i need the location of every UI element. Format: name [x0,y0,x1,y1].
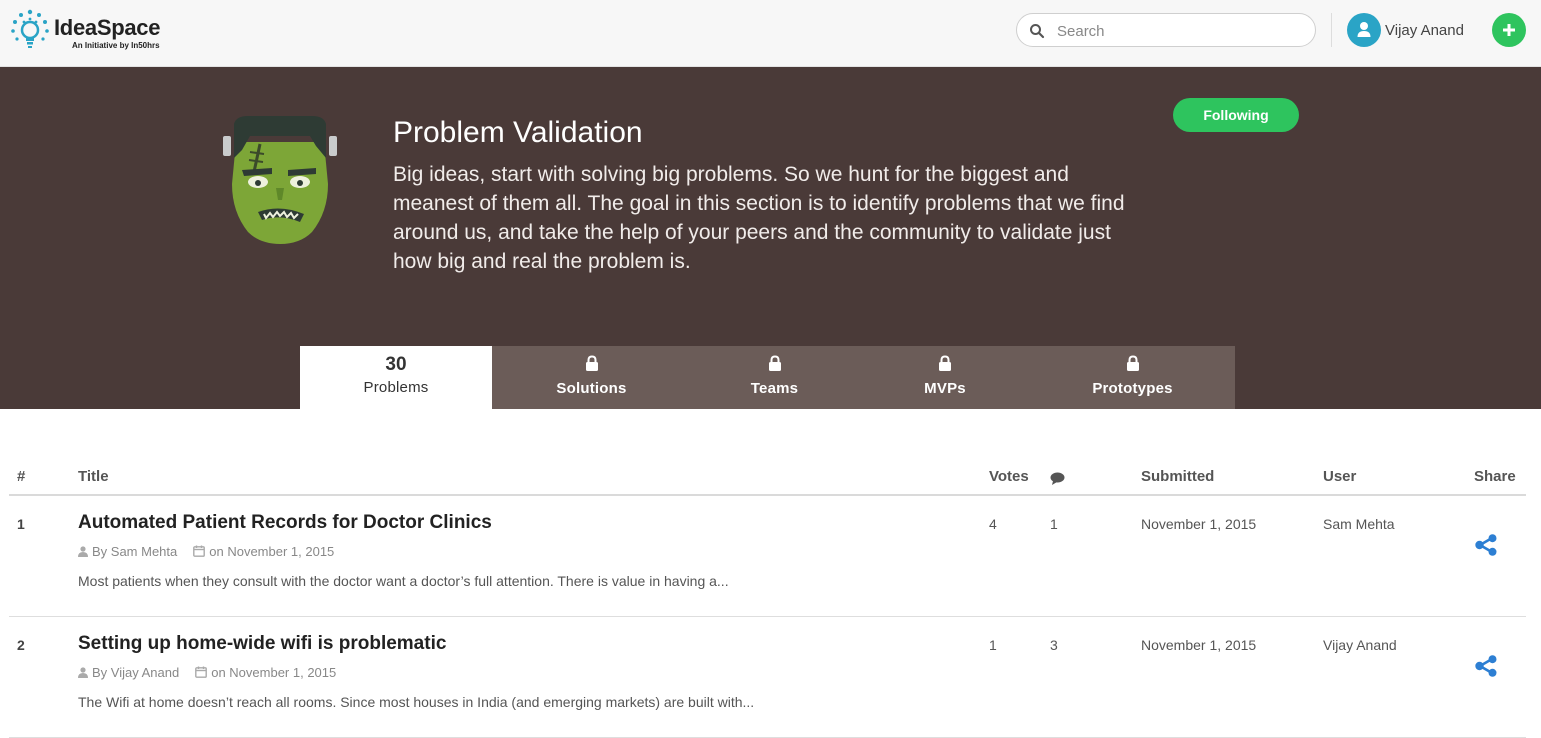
tab-label: Problems [363,379,429,396]
share-icon[interactable] [1474,655,1498,677]
author-text[interactable]: By Vijay Anand [92,665,179,680]
user-icon [1357,22,1371,37]
problem-title-link[interactable]: Automated Patient Records for Doctor Cli… [78,512,492,534]
lock-icon [768,355,781,371]
problem-title-link[interactable]: Setting up home-wide wifi is problematic [78,633,446,655]
col-title[interactable]: Title [78,468,109,485]
calendar-icon [193,545,206,557]
row-user[interactable]: Vijay Anand [1323,637,1397,653]
following-button[interactable]: Following [1173,98,1299,132]
col-submitted[interactable]: Submitted [1141,468,1214,485]
row-number: 2 [17,637,25,653]
search-icon [1030,24,1045,39]
problems-count: 30 [385,354,407,375]
votes-count: 1 [989,637,997,653]
user-name[interactable]: Vijay Anand [1385,22,1464,39]
author-text[interactable]: By Sam Mehta [92,544,177,559]
search-box[interactable] [1016,13,1316,47]
comments-count: 3 [1050,637,1058,653]
lock-icon [1126,355,1139,371]
section-description: Big ideas, start with solving big proble… [393,163,1125,273]
col-user[interactable]: User [1323,468,1356,485]
section-hero: Problem Validation Big ideas, start with… [0,67,1541,409]
user-icon [78,546,88,557]
table-row[interactable]: 1 Automated Patient Records for Doctor C… [9,496,1526,617]
tab-label: Teams [750,380,799,397]
user-icon [78,667,88,678]
votes-count: 4 [989,516,997,532]
logo-name: IdeaSpace [54,15,161,40]
logo-icon [11,9,49,48]
table-row[interactable]: 2 Setting up home-wide wifi is problemat… [9,617,1526,738]
divider [1331,13,1332,47]
section-tabs: 30 Problems Solutions Teams MVPs Prototy… [300,346,1235,409]
row-meta: By Sam Mehta on November 1, 2015 [78,544,334,559]
comment-icon[interactable] [1050,472,1065,485]
calendar-icon [195,666,208,678]
col-votes[interactable]: Votes [989,468,1029,485]
tab-label: MVPs [924,380,966,397]
row-meta: By Vijay Anand on November 1, 2015 [78,665,336,680]
row-user[interactable]: Sam Mehta [1323,516,1395,532]
col-num: # [17,468,26,485]
submitted-date: November 1, 2015 [1141,637,1257,653]
page-title: Problem Validation [393,116,643,149]
frankenstein-mascot [223,116,337,244]
problems-table: # Title Votes Submitted User Share 1 Aut… [9,456,1526,738]
submitted-date: November 1, 2015 [1141,516,1257,532]
tab-teams[interactable]: Teams [683,346,866,409]
problem-excerpt: Most patients when they consult with the… [78,573,729,589]
tab-label: Prototypes [1092,380,1173,397]
table-header: # Title Votes Submitted User Share [9,456,1526,496]
search-input[interactable] [1057,20,1307,42]
logo[interactable]: IdeaSpace An Initiative by In50hrs [8,8,188,54]
lock-icon [939,355,951,371]
logo-tagline: An Initiative by In50hrs [72,41,160,50]
lock-icon [585,355,598,371]
top-bar: IdeaSpace An Initiative by In50hrs Vijay… [0,0,1541,67]
row-number: 1 [17,516,25,532]
date-text: on November 1, 2015 [211,665,337,680]
tab-label: Solutions [556,380,627,397]
tab-problems[interactable]: 30 Problems [300,346,492,409]
col-share: Share [1474,468,1516,485]
date-text: on November 1, 2015 [209,544,335,559]
problem-excerpt: The Wifi at home doesn’t reach all rooms… [78,694,755,710]
plus-icon [1503,24,1515,36]
share-icon[interactable] [1474,534,1498,556]
comments-count: 1 [1050,516,1058,532]
add-button[interactable] [1492,13,1526,47]
avatar[interactable] [1347,13,1381,47]
tab-prototypes[interactable]: Prototypes [1040,346,1225,409]
tab-mvps[interactable]: MVPs [866,346,1024,409]
tab-solutions[interactable]: Solutions [500,346,683,409]
user-menu[interactable]: Vijay Anand [1347,13,1467,47]
